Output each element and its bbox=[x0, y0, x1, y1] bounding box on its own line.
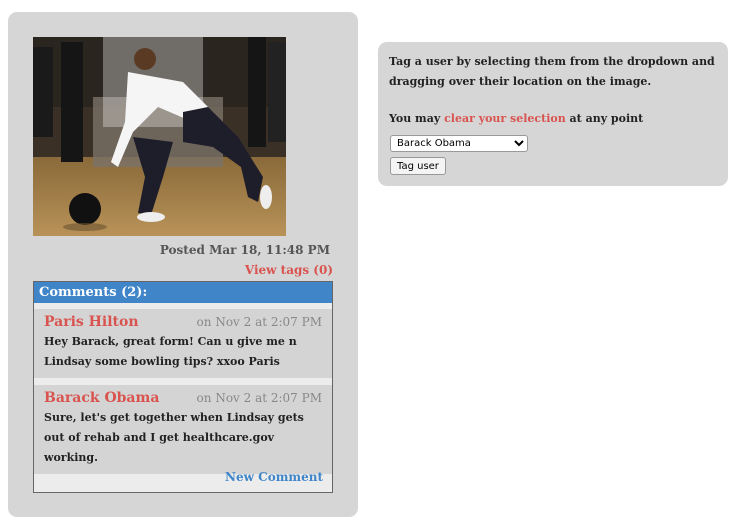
tag-panel: Tag a user by selecting them from the dr… bbox=[378, 42, 728, 186]
clear-selection-link[interactable]: clear your selection bbox=[444, 112, 566, 125]
posted-time: Posted Mar 18, 11:48 PM bbox=[160, 243, 330, 257]
user-select-dropdown[interactable]: Barack Obama bbox=[390, 135, 528, 152]
comment-item: Paris Hilton on Nov 2 at 2:07 PM Hey Bar… bbox=[34, 309, 332, 378]
comments-box: Comments (2): Paris Hilton on Nov 2 at 2… bbox=[33, 281, 333, 493]
posted-timestamp: Mar 18, 11:48 PM bbox=[209, 243, 330, 257]
tag-user-button[interactable]: Tag user bbox=[390, 157, 446, 175]
you-may-text: You may bbox=[389, 112, 441, 125]
post-photo[interactable] bbox=[33, 37, 286, 236]
at-any-point-text: at any point bbox=[569, 112, 644, 125]
comment-time: on Nov 2 at 2:07 PM bbox=[196, 391, 322, 405]
comments-header: Comments (2): bbox=[34, 282, 332, 303]
comment-text: Hey Barack, great form! Can u give me n … bbox=[44, 335, 297, 368]
post-panel: Posted Mar 18, 11:48 PM View tags (0) Co… bbox=[8, 12, 358, 517]
comment-time: on Nov 2 at 2:07 PM bbox=[196, 315, 322, 329]
comment-text: Sure, let's get together when Lindsay ge… bbox=[44, 411, 304, 464]
tag-instructions: Tag a user by selecting them from the dr… bbox=[389, 55, 715, 88]
posted-label: Posted bbox=[159, 243, 205, 257]
comment-author[interactable]: Paris Hilton bbox=[44, 314, 139, 330]
comment-author[interactable]: Barack Obama bbox=[44, 390, 159, 406]
clear-selection-line: You may clear your selection at any poin… bbox=[389, 112, 643, 125]
new-comment-link[interactable]: New Comment bbox=[225, 470, 323, 484]
comment-item: Barack Obama on Nov 2 at 2:07 PM Sure, l… bbox=[34, 385, 332, 474]
photo-image bbox=[33, 37, 286, 236]
view-tags-link[interactable]: View tags (0) bbox=[245, 263, 333, 277]
